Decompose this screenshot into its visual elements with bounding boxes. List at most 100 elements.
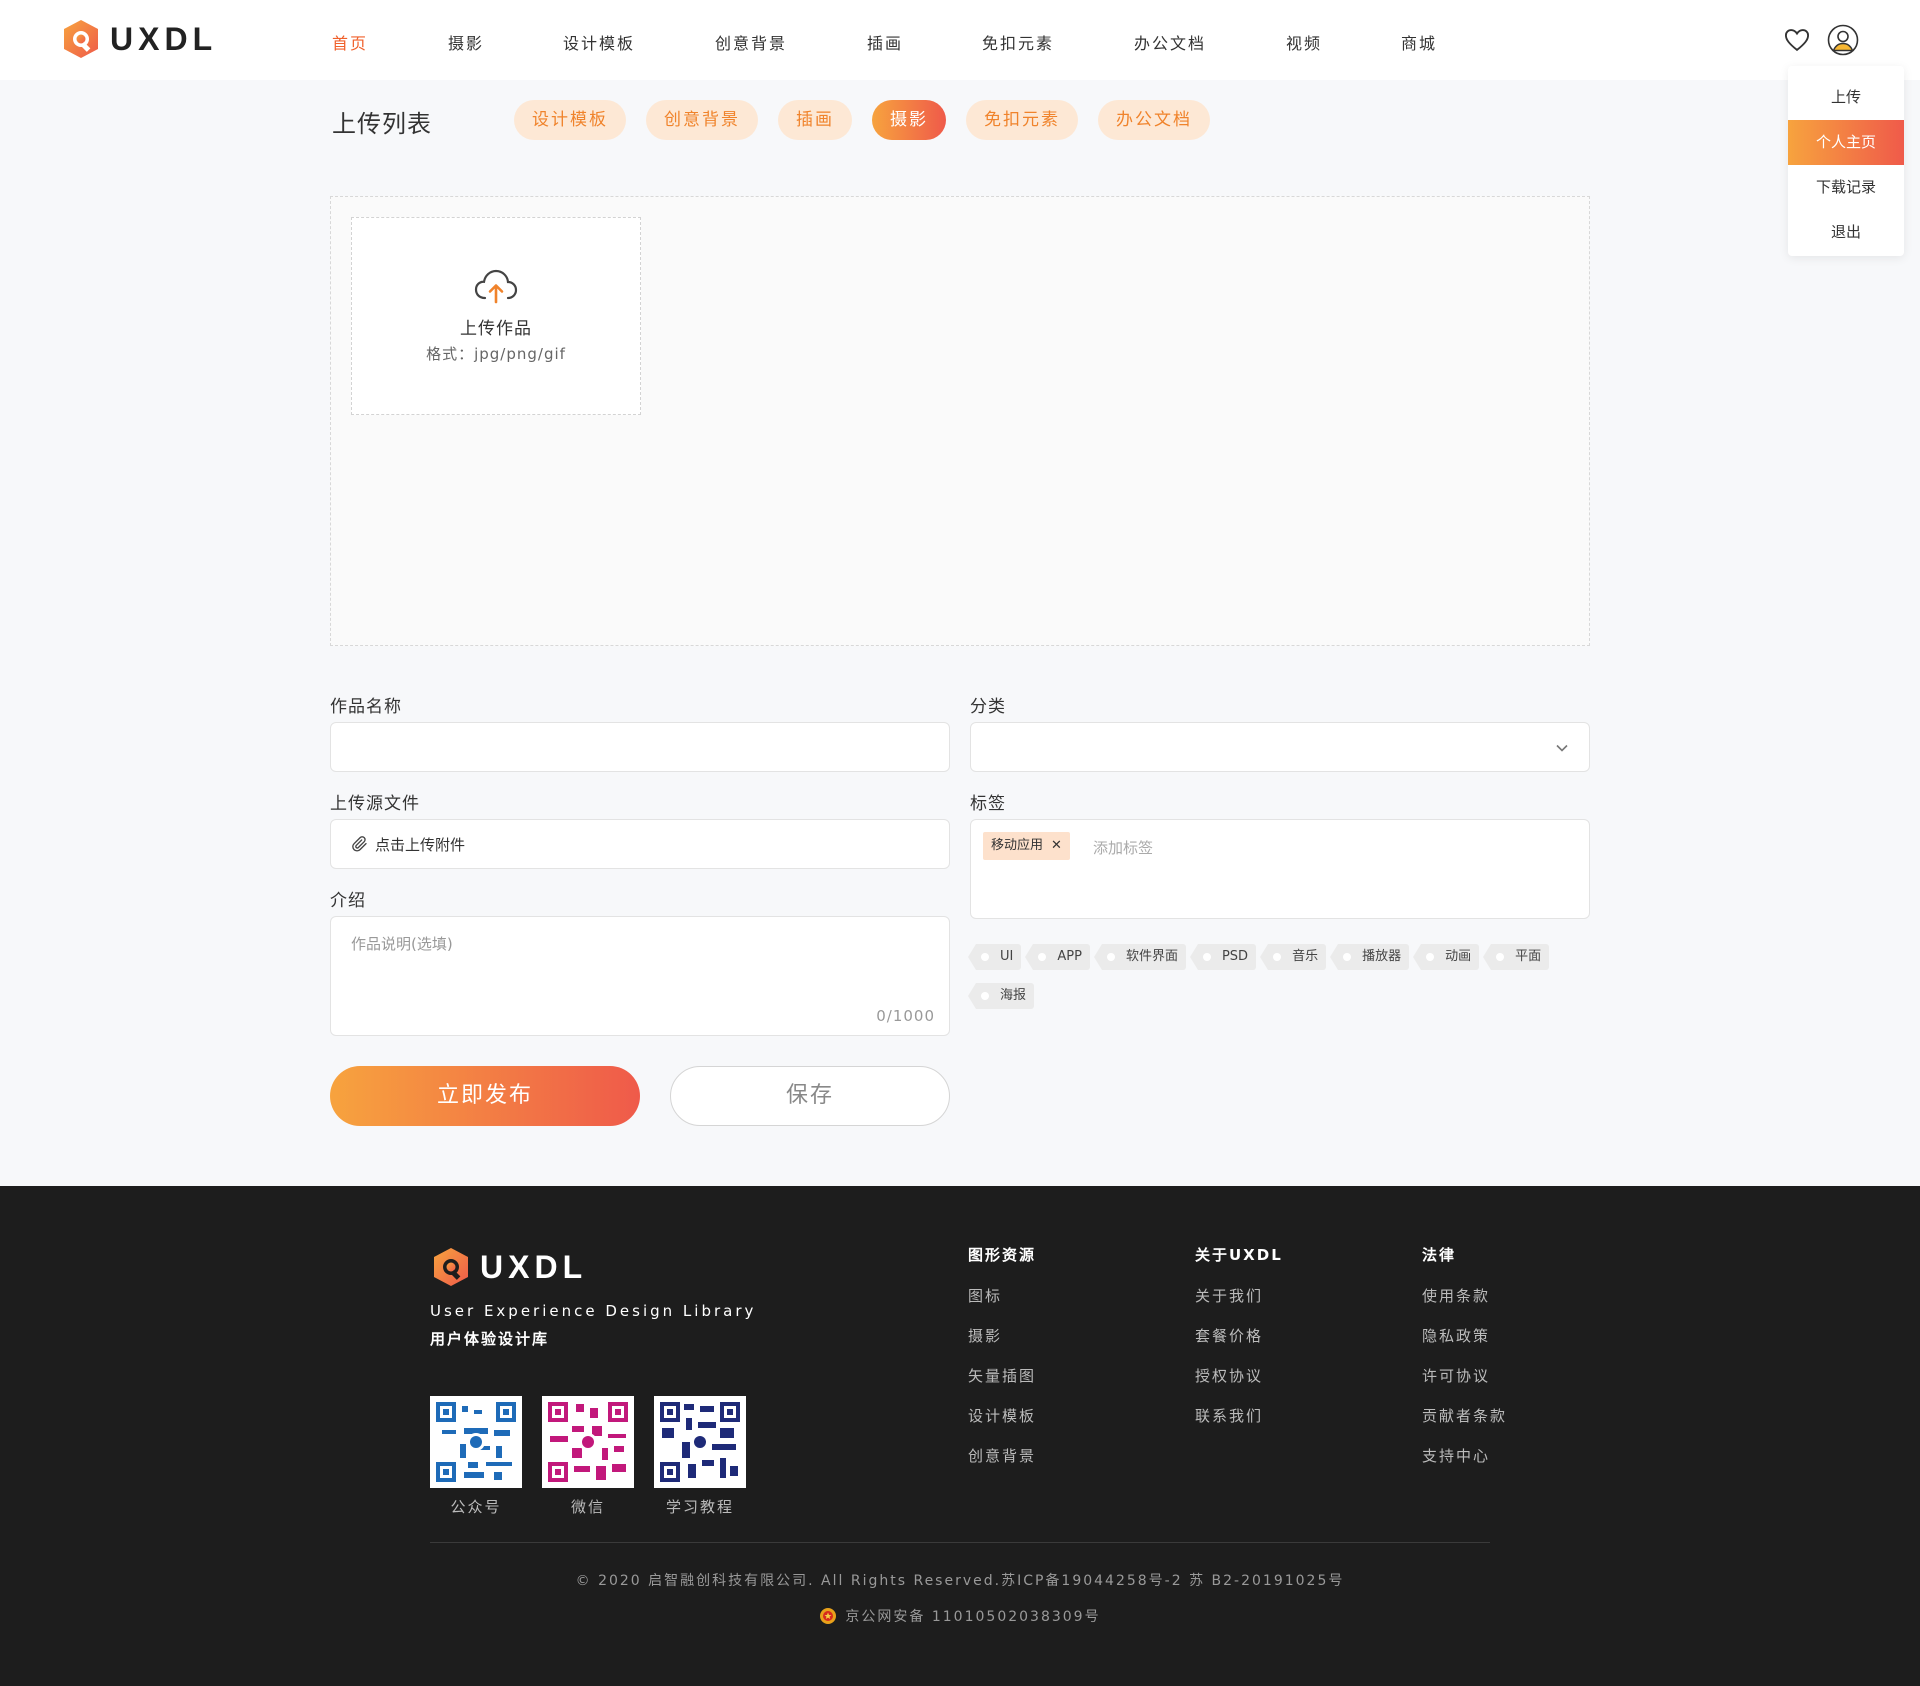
suggested-tag[interactable]: 播放器	[1330, 944, 1410, 970]
intro-textarea[interactable]: 作品说明(选填) 0/1000	[330, 916, 950, 1036]
footer-tagline: User Experience Design Library	[430, 1302, 757, 1320]
tags-label: 标签	[970, 794, 1006, 814]
footer-link[interactable]: 隐私政策	[1422, 1325, 1507, 1365]
tag-chip: 移动应用 ✕	[983, 832, 1070, 860]
menu-item-upload[interactable]: 上传	[1788, 75, 1904, 120]
footer-col-title: 关于UXDL	[1195, 1246, 1283, 1264]
qr-code-image	[430, 1396, 522, 1488]
nav-photography[interactable]: 摄影	[448, 30, 563, 54]
footer-link[interactable]: 套餐价格	[1195, 1325, 1283, 1365]
footer-link[interactable]: 许可协议	[1422, 1365, 1507, 1405]
footer-link[interactable]: 创意背景	[968, 1445, 1036, 1485]
user-avatar-icon[interactable]	[1827, 24, 1859, 56]
category-select[interactable]	[970, 722, 1590, 772]
suggested-tag[interactable]: 海报	[967, 983, 1035, 1009]
upload-dropzone[interactable]: 上传作品 格式：jpg/png/gif	[330, 196, 1590, 646]
suggested-tag[interactable]: 音乐	[1260, 944, 1327, 970]
nav-office-docs[interactable]: 办公文档	[1134, 30, 1286, 54]
footer-link[interactable]: 关于我们	[1195, 1285, 1283, 1325]
qr-label: 学习教程	[665, 1498, 734, 1516]
intro-char-counter: 0/1000	[876, 1007, 935, 1025]
police-badge-icon	[820, 1608, 837, 1624]
category-cutout-elements[interactable]: 免扣元素	[966, 100, 1078, 140]
nav-design-templates[interactable]: 设计模板	[563, 30, 715, 54]
menu-item-downloads[interactable]: 下载记录	[1788, 165, 1904, 210]
footer-link[interactable]: 使用条款	[1422, 1285, 1507, 1325]
tag-chip-label: 移动应用	[991, 838, 1044, 853]
remove-tag-icon[interactable]: ✕	[1051, 838, 1062, 853]
header-icons	[1783, 24, 1859, 56]
menu-item-logout[interactable]: 退出	[1788, 210, 1904, 255]
copyright-text: © 2020 启智融创科技有限公司. All Rights Reserved.苏…	[575, 1573, 1345, 1589]
category-illustration[interactable]: 插画	[778, 100, 852, 140]
main-nav: 首页 摄影 设计模板 创意背景 插画 免扣元素 办公文档 视频 商城	[332, 30, 1437, 54]
page-title: 上传列表	[332, 110, 432, 138]
work-name-input[interactable]	[330, 722, 950, 772]
site-header: UXDL 首页 摄影 设计模板 创意背景 插画 免扣元素 办公文档 视频 商城	[0, 0, 1920, 80]
publish-button[interactable]: 立即发布	[330, 1066, 640, 1126]
suggested-tag[interactable]: 软件界面	[1093, 944, 1186, 970]
paperclip-icon	[352, 836, 367, 852]
category-office-docs[interactable]: 办公文档	[1098, 100, 1210, 140]
add-tag-placeholder[interactable]: 添加标签	[1093, 837, 1153, 858]
tags-input[interactable]: 移动应用 ✕ 添加标签	[970, 819, 1590, 919]
attach-button-label: 点击上传附件	[375, 835, 466, 854]
footer-link[interactable]: 矢量插图	[968, 1365, 1036, 1405]
nav-cutout-elements[interactable]: 免扣元素	[982, 30, 1134, 54]
footer-logo[interactable]: UXDL	[430, 1246, 587, 1288]
footer-link[interactable]: 图标	[968, 1285, 1036, 1325]
footer-col-legal: 法律 使用条款 隐私政策 许可协议 贡献者条款 支持中心	[1422, 1244, 1507, 1485]
suggested-tag[interactable]: APP	[1025, 944, 1090, 970]
intro-label: 介绍	[330, 891, 366, 911]
suggested-tag[interactable]: PSD	[1189, 944, 1257, 970]
work-name-label: 作品名称	[330, 697, 402, 717]
beian-record[interactable]: 京公网安备 11010502038309号	[0, 1606, 1920, 1626]
footer-link[interactable]: 摄影	[968, 1325, 1036, 1365]
favorites-heart-icon[interactable]	[1783, 26, 1811, 54]
footer-col-title: 图形资源	[968, 1246, 1037, 1264]
upload-work-button[interactable]: 上传作品 格式：jpg/png/gif	[351, 217, 641, 415]
source-file-upload[interactable]: 点击上传附件	[330, 819, 950, 869]
qr-code-image	[542, 1396, 634, 1488]
qr-code-image	[654, 1396, 746, 1488]
footer-tagline-cn: 用户体验设计库	[430, 1330, 550, 1348]
source-file-label: 上传源文件	[330, 794, 420, 814]
footer-col-resources: 图形资源 图标 摄影 矢量插图 设计模板 创意背景	[968, 1244, 1036, 1485]
cloud-upload-icon	[474, 269, 518, 304]
suggested-tag[interactable]: 动画	[1413, 944, 1480, 970]
qr-official-account: 公众号	[430, 1396, 522, 1517]
category-label: 分类	[970, 697, 1006, 717]
category-creative-backgrounds[interactable]: 创意背景	[646, 100, 758, 140]
qr-label: 微信	[570, 1498, 605, 1516]
footer-link[interactable]: 支持中心	[1422, 1445, 1507, 1485]
chevron-down-icon	[1556, 744, 1568, 752]
footer-link[interactable]: 设计模板	[968, 1405, 1036, 1445]
qr-codes: 公众号 微信 学习教程	[430, 1396, 766, 1517]
footer-divider	[430, 1542, 1490, 1543]
nav-shop[interactable]: 商城	[1401, 30, 1437, 54]
footer-link[interactable]: 联系我们	[1195, 1405, 1283, 1445]
site-footer: UXDL User Experience Design Library 用户体验…	[0, 1186, 1920, 1686]
nav-video[interactable]: 视频	[1286, 30, 1401, 54]
intro-placeholder: 作品说明(选填)	[351, 935, 453, 953]
logo-icon	[64, 20, 98, 58]
menu-item-profile[interactable]: 个人主页	[1788, 120, 1904, 165]
footer-link[interactable]: 贡献者条款	[1422, 1405, 1507, 1445]
save-button[interactable]: 保存	[670, 1066, 950, 1126]
beian-text: 京公网安备 11010502038309号	[845, 1609, 1101, 1625]
footer-link[interactable]: 授权协议	[1195, 1365, 1283, 1405]
nav-creative-backgrounds[interactable]: 创意背景	[715, 30, 867, 54]
user-menu-dropdown: 上传 个人主页 下载记录 退出	[1788, 66, 1904, 256]
suggested-tag[interactable]: UI	[967, 944, 1022, 970]
suggested-tag[interactable]: 平面	[1483, 944, 1550, 970]
category-tabs: 设计模板 创意背景 插画 摄影 免扣元素 办公文档	[514, 100, 1230, 140]
qr-tutorials: 学习教程	[654, 1396, 746, 1517]
nav-home[interactable]: 首页	[332, 30, 448, 54]
nav-illustration[interactable]: 插画	[867, 30, 982, 54]
site-logo[interactable]: UXDL	[60, 18, 217, 60]
suggested-tags: UI APP 软件界面 PSD 音乐 播放器 动画 平面 海报	[967, 944, 1590, 1022]
category-photography[interactable]: 摄影	[872, 100, 946, 140]
upload-label: 上传作品	[460, 319, 532, 339]
footer-col-title: 法律	[1422, 1246, 1457, 1264]
category-design-templates[interactable]: 设计模板	[514, 100, 626, 140]
